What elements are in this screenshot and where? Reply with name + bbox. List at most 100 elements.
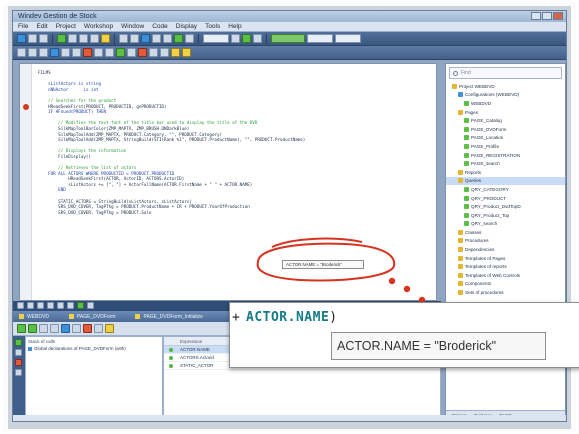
debugger-tab[interactable]: WEBDVD (19, 314, 49, 320)
tree-item[interactable]: Templates of Web Controls (446, 271, 565, 280)
pane-icon[interactable] (17, 302, 24, 309)
pane-icon[interactable] (87, 302, 94, 309)
menu-item[interactable]: Window (121, 23, 144, 30)
tree-item[interactable]: PAGE_Catalog (446, 116, 565, 125)
step-over-icon[interactable] (105, 48, 114, 57)
code-line[interactable]: SRS_DVD_COVER, TagPThg = PRODUCT.Sale (38, 210, 305, 216)
debugger-tab[interactable]: PAGE_DVDForm_Initialize (135, 314, 203, 320)
tree-item[interactable]: Configurations (WEBDVD) (446, 91, 565, 100)
maximize-button[interactable] (542, 12, 552, 20)
help-icon[interactable] (149, 48, 158, 57)
pane-icon[interactable] (27, 302, 34, 309)
step-icon[interactable] (94, 48, 103, 57)
check-icon[interactable] (242, 34, 251, 43)
go-icon[interactable] (57, 34, 66, 43)
tree-item[interactable]: Procedures (446, 237, 565, 246)
step-over-icon[interactable] (39, 324, 48, 333)
warning-icon[interactable] (171, 48, 180, 57)
watch-icon[interactable] (72, 324, 81, 333)
tree-item[interactable]: Project WEBDVD (446, 82, 565, 91)
menu-item[interactable]: Tools (205, 23, 220, 30)
layout-icon[interactable] (253, 34, 262, 43)
run-icon[interactable] (174, 34, 183, 43)
stop-icon[interactable] (83, 324, 92, 333)
bookmark-icon[interactable] (50, 48, 59, 57)
find-icon[interactable] (101, 34, 110, 43)
folder-icon[interactable] (182, 48, 191, 57)
stop-icon[interactable] (138, 48, 147, 57)
pane-icon[interactable] (77, 302, 84, 309)
menu-item[interactable]: Edit (36, 23, 47, 30)
code-line[interactable]: SilkMapToolAdd(ZMP_MAPTX, StringBuild(ST… (38, 137, 305, 143)
settings-icon[interactable] (160, 48, 169, 57)
tree-item[interactable]: QRY_Product_Top (446, 211, 565, 220)
call-stack-row[interactable]: Global declarations of PAGE_DVDForm (wit… (28, 346, 160, 351)
menu-item[interactable]: Help (228, 23, 241, 30)
menu-item[interactable]: Workshop (84, 23, 113, 30)
tree-item[interactable]: Pages (446, 108, 565, 117)
pause-icon[interactable] (15, 349, 22, 356)
minimize-button[interactable] (531, 12, 541, 20)
tree-item[interactable]: Components (446, 280, 565, 289)
menu-item[interactable]: File (18, 23, 28, 30)
tree-item[interactable]: PAGE_REGISTRATION (446, 151, 565, 160)
tree-item[interactable]: QRY_search (446, 220, 565, 229)
paste-icon[interactable] (90, 34, 99, 43)
editor-gutter[interactable] (20, 64, 32, 300)
save-icon[interactable] (39, 34, 48, 43)
pane-icon[interactable] (57, 302, 64, 309)
run-to-cursor-icon[interactable] (61, 324, 70, 333)
wrap-icon[interactable] (61, 48, 70, 57)
tree-item[interactable]: QRY_PRODUCT (446, 194, 565, 203)
tree-item[interactable]: PAGE_search (446, 159, 565, 168)
test-icon[interactable] (141, 34, 150, 43)
grid-icon[interactable] (231, 34, 240, 43)
tree-item[interactable]: PAGE_DVDForm (446, 125, 565, 134)
tree-item[interactable]: Templates of Pages (446, 254, 565, 263)
code-text[interactable]: FILMS sListActors is string nNbActor is … (38, 70, 305, 215)
cut-icon[interactable] (68, 34, 77, 43)
indent-icon[interactable] (17, 48, 26, 57)
pane-icon[interactable] (37, 302, 44, 309)
play-icon[interactable] (15, 339, 22, 346)
stop-icon[interactable] (15, 359, 22, 366)
settings-icon[interactable] (15, 369, 22, 376)
tree-item[interactable]: PAGE_Location (446, 134, 565, 143)
code-editor[interactable]: FILMS sListActors is string nNbActor is … (19, 63, 437, 301)
tree-item[interactable]: Classes (446, 228, 565, 237)
tree-item[interactable]: Queries (446, 176, 565, 186)
options-button[interactable] (307, 34, 333, 43)
tree-item[interactable]: Dependencies (446, 245, 565, 254)
continue-icon[interactable] (17, 324, 26, 333)
undo-icon[interactable] (119, 34, 128, 43)
tree-item[interactable]: PAGE_Profile (446, 142, 565, 151)
zoom-select[interactable] (203, 34, 229, 43)
continue-icon[interactable] (116, 48, 125, 57)
copy-icon[interactable] (79, 34, 88, 43)
redo-icon[interactable] (130, 34, 139, 43)
expression-icon[interactable] (105, 324, 114, 333)
breakpoint-marker-icon[interactable] (23, 104, 29, 110)
menu-item[interactable]: Project (56, 23, 76, 30)
menu-item[interactable]: Code (152, 23, 168, 30)
open-icon[interactable] (28, 34, 37, 43)
new-icon[interactable] (17, 34, 26, 43)
debugger-tab[interactable]: PAGE_DVDForm (68, 314, 115, 320)
project-dashboard-button[interactable] (271, 34, 305, 43)
format-icon[interactable] (72, 48, 81, 57)
restart-icon[interactable] (94, 324, 103, 333)
tree-search-input[interactable]: Find (449, 67, 562, 79)
comment-icon[interactable] (39, 48, 48, 57)
close-button[interactable] (553, 12, 563, 20)
code-icon[interactable] (163, 34, 172, 43)
outdent-icon[interactable] (28, 48, 37, 57)
pane-icon[interactable] (67, 302, 74, 309)
pane-icon[interactable] (47, 302, 54, 309)
step-into-icon[interactable] (28, 324, 37, 333)
tree-item[interactable]: QRY_Product_DvdTopD (446, 202, 565, 211)
tree-item[interactable]: Sets of procedures (446, 288, 565, 297)
debug-icon[interactable] (185, 34, 194, 43)
breakpoint-icon[interactable] (83, 48, 92, 57)
tree-item[interactable]: Reports (446, 168, 565, 177)
step-out-icon[interactable] (50, 324, 59, 333)
